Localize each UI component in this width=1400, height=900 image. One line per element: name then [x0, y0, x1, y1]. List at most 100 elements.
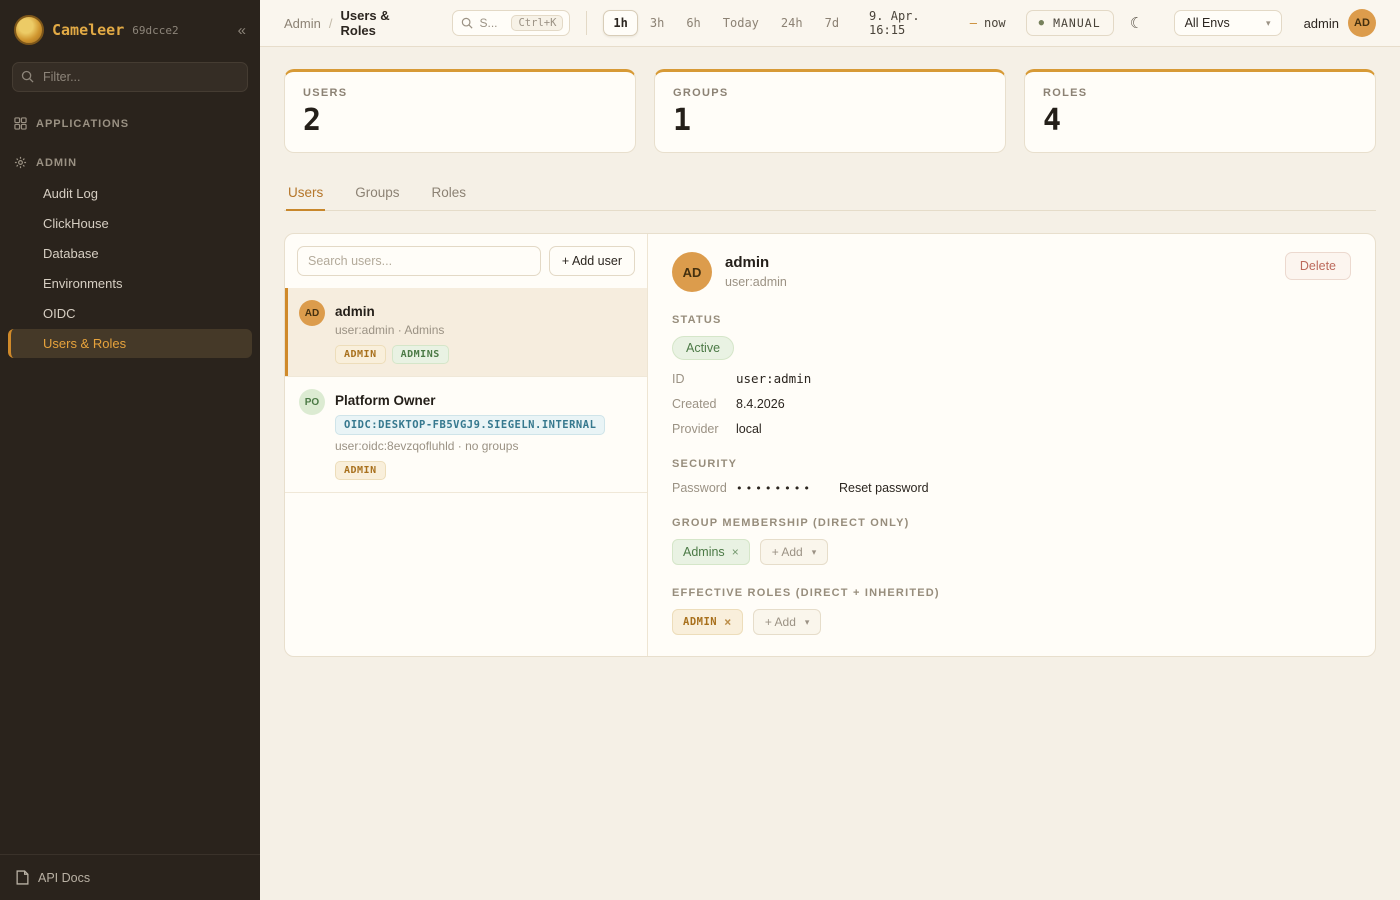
gear-icon — [14, 156, 27, 169]
stat-groups-label: GROUPS — [673, 87, 987, 99]
add-group-label: + Add — [772, 545, 803, 559]
header-divider — [586, 11, 587, 35]
add-group-button[interactable]: + Add ▾ — [760, 539, 829, 565]
password-mask: •••••••• — [736, 482, 813, 495]
user-detail-identity: admin user:admin — [725, 252, 787, 289]
global-search[interactable]: Ctrl+K — [452, 10, 570, 36]
moon-icon: ☾ — [1130, 14, 1143, 32]
collapse-sidebar-icon[interactable]: « — [238, 22, 246, 39]
add-role-label: + Add — [765, 615, 796, 629]
reset-password-link[interactable]: Reset password — [839, 481, 929, 495]
field-id-label: ID — [672, 372, 736, 386]
security-section-heading: SECURITY — [672, 458, 1351, 470]
user-item-subtitle: user:oidc:8evzqofluhld · no groups — [335, 439, 633, 453]
sidebar: Cameleer 69dcce2 « APPLICATIONS — [0, 0, 260, 900]
sidebar-item-oidc[interactable]: OIDC — [8, 299, 252, 328]
sidebar-section-admin: ADMIN Audit Log ClickHouse Database Envi… — [0, 147, 260, 359]
breadcrumb-admin[interactable]: Admin — [284, 16, 321, 31]
remove-group-icon[interactable]: × — [732, 545, 739, 559]
environment-select-value: All Envs — [1185, 16, 1230, 30]
delete-user-button[interactable]: Delete — [1285, 252, 1351, 280]
stat-users-label: USERS — [303, 87, 617, 99]
group-membership-chips: Admins × + Add ▾ — [672, 539, 1351, 565]
build-version: 69dcce2 — [132, 24, 178, 37]
user-list-item-admin[interactable]: AD admin user:admin · Admins ADMIN ADMIN… — [285, 288, 647, 377]
app-title: Cameleer — [52, 21, 124, 39]
remove-role-icon[interactable]: × — [724, 615, 732, 629]
field-provider: Provider local — [672, 422, 1351, 436]
role-chip-label: ADMIN — [683, 616, 717, 628]
role-badge: ADMIN — [335, 345, 386, 364]
user-item-badges: ADMIN — [335, 461, 633, 480]
user-menu[interactable]: admin AD — [1304, 9, 1376, 37]
search-shortcut-kbd: Ctrl+K — [511, 15, 563, 31]
user-detail: AD admin user:admin Delete STATUS Active… — [648, 234, 1375, 656]
environment-select[interactable]: All Envs ▾ — [1174, 10, 1282, 36]
status-dot-icon: ● — [1039, 18, 1045, 28]
search-icon — [21, 70, 34, 83]
admin-section-label: ADMIN — [36, 157, 77, 169]
tab-roles[interactable]: Roles — [430, 175, 469, 211]
tab-users[interactable]: Users — [286, 175, 325, 211]
field-created-label: Created — [672, 397, 736, 411]
time-range-today[interactable]: Today — [713, 10, 769, 36]
applications-section-header[interactable]: APPLICATIONS — [0, 108, 260, 139]
global-search-input[interactable] — [479, 16, 505, 30]
status-section-heading: STATUS — [672, 314, 1351, 326]
time-range-1h[interactable]: 1h — [603, 10, 637, 36]
add-user-button[interactable]: + Add user — [549, 246, 635, 276]
applications-grid-icon — [14, 117, 27, 130]
document-icon — [16, 870, 29, 885]
refresh-mode-label: MANUAL — [1053, 16, 1101, 30]
time-range-display: 9. Apr. 16:15 — now — [869, 9, 1006, 37]
time-range-6h[interactable]: 6h — [676, 10, 710, 36]
user-avatar[interactable]: AD — [1348, 9, 1376, 37]
user-list-item-platform-owner[interactable]: PO Platform Owner OIDC:DESKTOP-FB5VGJ9.S… — [285, 377, 647, 493]
avatar: AD — [672, 252, 712, 292]
right-pane: Admin / Users & Roles Ctrl+K 1h 3h 6h To… — [260, 0, 1400, 900]
avatar: AD — [299, 300, 325, 326]
user-detail-name: admin — [725, 252, 787, 271]
time-range-end: now — [984, 16, 1006, 30]
tab-groups[interactable]: Groups — [353, 175, 401, 211]
sidebar-item-clickhouse[interactable]: ClickHouse — [8, 209, 252, 238]
user-item-name: Platform Owner — [335, 389, 633, 408]
user-list-column: + Add user AD admin user:admin · Admins … — [285, 234, 648, 656]
time-range-start: 9. Apr. 16:15 — [869, 9, 963, 37]
oidc-provider-badge: OIDC:DESKTOP-FB5VGJ9.SIEGELN.INTERNAL — [335, 415, 605, 435]
api-docs-link[interactable]: API Docs — [0, 854, 260, 900]
sidebar-item-environments[interactable]: Environments — [8, 269, 252, 298]
sidebar-item-users-roles[interactable]: Users & Roles — [8, 329, 252, 358]
user-item-subtitle: user:admin · Admins — [335, 323, 633, 337]
time-range-7d[interactable]: 7d — [815, 10, 849, 36]
stat-roles-label: ROLES — [1043, 87, 1357, 99]
user-item-badges: ADMIN ADMINS — [335, 345, 633, 364]
refresh-mode-button[interactable]: ● MANUAL — [1026, 10, 1114, 36]
stats-row: USERS 2 GROUPS 1 ROLES 4 — [284, 69, 1376, 153]
current-username: admin — [1304, 16, 1339, 31]
field-id-value: user:admin — [736, 371, 811, 386]
chevron-down-icon: ▾ — [805, 617, 810, 628]
sidebar-section-applications: APPLICATIONS — [0, 108, 260, 139]
sidebar-item-database[interactable]: Database — [8, 239, 252, 268]
search-users-input[interactable] — [297, 246, 541, 276]
sidebar-item-audit-log[interactable]: Audit Log — [8, 179, 252, 208]
stat-card-users: USERS 2 — [284, 69, 636, 153]
sidebar-header: Cameleer 69dcce2 « — [0, 0, 260, 58]
time-range-dash: — — [970, 16, 977, 30]
avatar: PO — [299, 389, 325, 415]
tab-bar: Users Groups Roles — [284, 175, 1376, 211]
sidebar-filter-input[interactable] — [12, 62, 248, 92]
group-chip-label: Admins — [683, 545, 725, 559]
add-role-button[interactable]: + Add ▾ — [753, 609, 822, 635]
top-bar: Admin / Users & Roles Ctrl+K 1h 3h 6h To… — [260, 0, 1400, 47]
status-badge: Active — [672, 336, 734, 360]
theme-toggle-button[interactable]: ☾ — [1122, 8, 1152, 38]
time-range-24h[interactable]: 24h — [771, 10, 813, 36]
app-logo-icon — [14, 15, 44, 45]
stat-groups-value: 1 — [673, 103, 987, 138]
chevron-down-icon: ▾ — [1266, 18, 1271, 29]
time-range-3h[interactable]: 3h — [640, 10, 674, 36]
app-root: Cameleer 69dcce2 « APPLICATIONS — [0, 0, 1400, 900]
admin-section-header[interactable]: ADMIN — [0, 147, 260, 178]
